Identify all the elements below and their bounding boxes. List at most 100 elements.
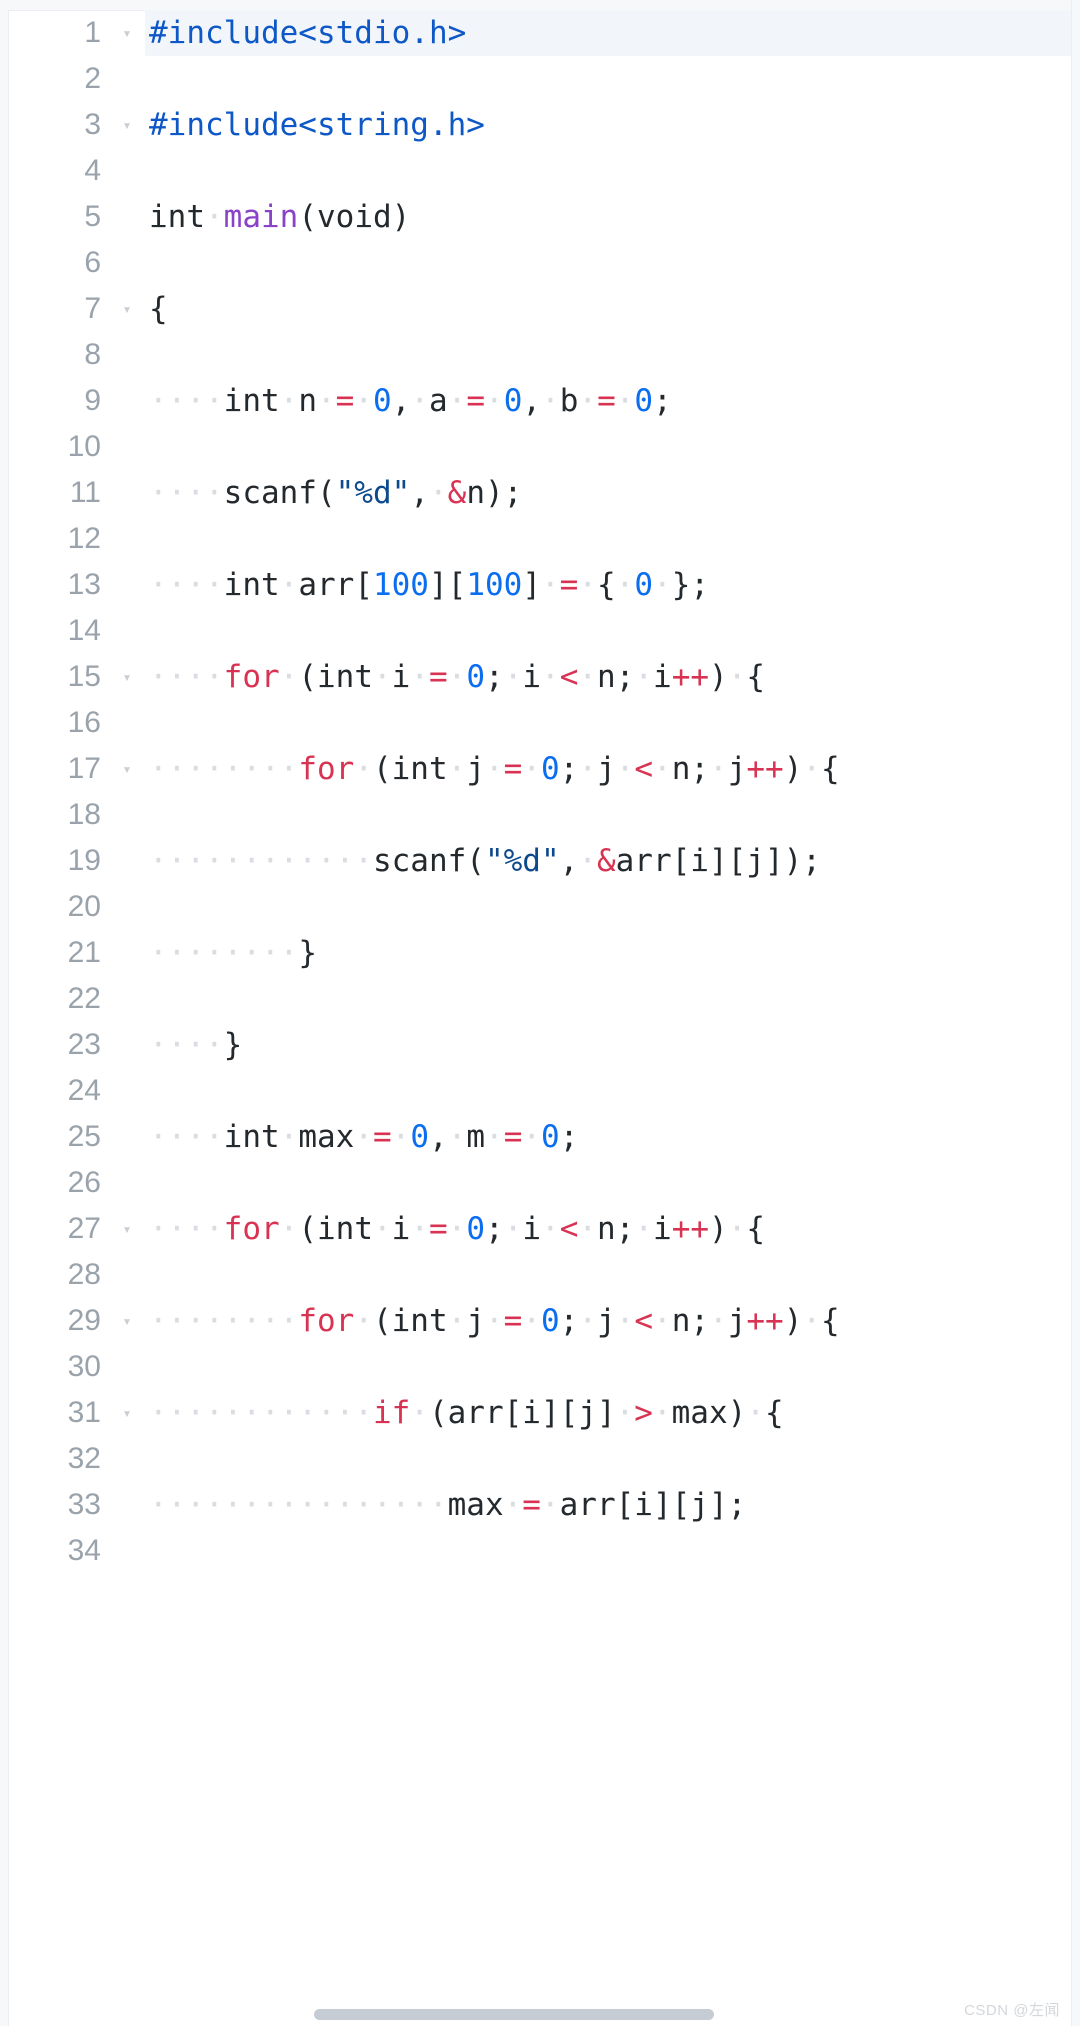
code-line-content[interactable]: ····scanf("%d",·&n); [145, 470, 1071, 516]
code-line[interactable]: 28 [9, 1252, 1071, 1298]
code-line-content[interactable] [145, 700, 1071, 746]
code-token-num: 0 [541, 751, 560, 787]
code-line-content[interactable] [145, 1528, 1071, 1574]
code-token-ws: · [727, 659, 747, 695]
code-line-content[interactable] [145, 1252, 1071, 1298]
horizontal-scrollbar-track[interactable] [9, 2006, 1071, 2020]
code-line-content[interactable]: ············if·(arr[i][j]·>·max)·{ [145, 1390, 1071, 1436]
code-line[interactable]: 9 ····int·n·=·0,·a·=·0,·b·=·0; [9, 378, 1071, 424]
code-line-content[interactable]: ····int·arr[100][100]·=·{·0·}; [145, 562, 1071, 608]
code-line-content[interactable]: int·main(void) [145, 194, 1071, 240]
code-line[interactable]: 27 ▾ ····for·(int·i·=·0;·i·<·n;·i++)·{ [9, 1206, 1071, 1252]
code-line[interactable]: 7 ▾{ [9, 286, 1071, 332]
code-token-num: 0 [634, 383, 654, 419]
code-line[interactable]: 30 [9, 1344, 1071, 1390]
line-number: 1 [84, 16, 101, 49]
fold-arrow-icon[interactable]: ▾ [109, 1298, 145, 1344]
code-line[interactable]: 2 [9, 56, 1071, 102]
code-line-content[interactable] [145, 56, 1071, 102]
code-line[interactable]: 20 [9, 884, 1071, 930]
code-line[interactable]: 29 ▾ ········for·(int·j·=·0;·j·<·n;·j++)·{ [9, 1298, 1071, 1344]
code-token-ws: ········ [149, 751, 299, 787]
code-line-content[interactable] [145, 1068, 1071, 1114]
code-line-content[interactable] [145, 1160, 1071, 1206]
code-line[interactable]: 1 ▾ #include<stdio.h> [9, 10, 1071, 56]
code-line[interactable]: 15 ▾ ····for·(int·i·=·0;·i·<·n;·i++)·{ [9, 654, 1071, 700]
code-line-content[interactable]: ····int·n·=·0,·a·=·0,·b·=·0; [145, 378, 1071, 424]
code-line-content[interactable] [145, 148, 1071, 194]
code-line-content[interactable]: ········for·(int·j·=·0;·j·<·n;·j++)·{ [145, 746, 1071, 792]
code-line[interactable]: 31 ▾ ············if·(arr[i][j]·>·max)·{ [9, 1390, 1071, 1436]
code-token-ws: · [447, 1211, 467, 1247]
line-number: 21 [67, 936, 101, 969]
code-line[interactable]: 12 [9, 516, 1071, 562]
code-line[interactable]: 11 ····scanf("%d",·&n); [9, 470, 1071, 516]
code-editor-body[interactable]: 1 ▾ #include<stdio.h> 2 3 ▾ #include<string.h>… [9, 10, 1071, 2026]
code-token-ws: · [578, 659, 598, 695]
code-line-content[interactable] [145, 516, 1071, 562]
code-line[interactable]: 23 ····} [9, 1022, 1071, 1068]
code-token-ws: · [372, 1211, 392, 1247]
code-line[interactable]: 34 [9, 1528, 1071, 1574]
code-line[interactable]: 25 ····int·max·=·0,·m·=·0; [9, 1114, 1071, 1160]
fold-arrow-icon[interactable]: ▾ [109, 1390, 145, 1436]
code-token-plain: arr[i][j]; [559, 1487, 747, 1523]
code-line[interactable]: 33 ················max·=·arr[i][j]; [9, 1482, 1071, 1528]
code-token-plain: i [391, 659, 411, 695]
code-token-str: "%d" [335, 475, 411, 511]
code-line[interactable]: 26 [9, 1160, 1071, 1206]
code-line-content[interactable]: ········for·(int·j·=·0;·j·<·n;·j++)·{ [145, 1298, 1071, 1344]
code-line-content[interactable] [145, 884, 1071, 930]
fold-arrow-icon[interactable]: ▾ [109, 1206, 145, 1252]
code-line[interactable]: 6 [9, 240, 1071, 286]
code-line-content[interactable]: #include<stdio.h> [145, 10, 1071, 56]
code-line-content[interactable]: ············scanf("%d",·&arr[i][j]); [145, 838, 1071, 884]
code-line-content[interactable]: #include<string.h> [145, 102, 1071, 148]
fold-arrow-icon[interactable]: ▾ [109, 10, 145, 56]
code-line[interactable]: 21 ········} [9, 930, 1071, 976]
code-token-plain: n [298, 383, 317, 419]
code-line-content[interactable] [145, 1436, 1071, 1482]
code-line-content[interactable] [145, 424, 1071, 470]
code-token-plain: j [597, 751, 616, 787]
code-line[interactable]: 3 ▾ #include<string.h> [9, 102, 1071, 148]
code-line-content[interactable]: { [145, 286, 1071, 332]
fold-arrow-icon[interactable]: ▾ [109, 654, 145, 700]
code-token-num: 0 [466, 659, 486, 695]
code-line[interactable]: 10 [9, 424, 1071, 470]
code-line[interactable]: 4 [9, 148, 1071, 194]
code-line[interactable]: 14 [9, 608, 1071, 654]
code-line-content[interactable] [145, 240, 1071, 286]
code-line[interactable]: 16 [9, 700, 1071, 746]
code-token-plain: max [298, 1119, 355, 1155]
code-line[interactable]: 32 [9, 1436, 1071, 1482]
code-line[interactable]: 17 ▾ ········for·(int·j·=·0;·j·<·n;·j++)·{ [9, 746, 1071, 792]
fold-arrow-icon[interactable]: ▾ [109, 286, 145, 332]
horizontal-scrollbar-thumb[interactable] [314, 2009, 714, 2020]
code-line-content[interactable]: ········} [145, 930, 1071, 976]
code-token-plain: { [821, 751, 840, 787]
code-token-ws: · [428, 475, 448, 511]
fold-arrow-icon[interactable]: ▾ [109, 746, 145, 792]
line-number: 24 [67, 1074, 101, 1107]
code-line[interactable]: 8 [9, 332, 1071, 378]
code-line[interactable]: 24 [9, 1068, 1071, 1114]
code-line-content[interactable] [145, 608, 1071, 654]
code-line-content[interactable] [145, 1344, 1071, 1390]
code-line[interactable]: 19 ············scanf("%d",·&arr[i][j]); [9, 838, 1071, 884]
fold-arrow-icon[interactable]: ▾ [109, 102, 145, 148]
line-number: 12 [67, 522, 101, 555]
code-line[interactable]: 5 int·main(void) [9, 194, 1071, 240]
code-line-content[interactable]: ················max·=·arr[i][j]; [145, 1482, 1071, 1528]
code-token-ws: ················ [149, 1487, 448, 1523]
code-line[interactable]: 13 ····int·arr[100][100]·=·{·0·}; [9, 562, 1071, 608]
code-line[interactable]: 22 [9, 976, 1071, 1022]
code-line-content[interactable] [145, 792, 1071, 838]
code-line-content[interactable]: ····} [145, 1022, 1071, 1068]
code-line-content[interactable]: ····for·(int·i·=·0;·i·<·n;·i++)·{ [145, 1206, 1071, 1252]
code-line-content[interactable] [145, 976, 1071, 1022]
code-line-content[interactable]: ····for·(int·i·=·0;·i·<·n;·i++)·{ [145, 654, 1071, 700]
code-line-content[interactable]: ····int·max·=·0,·m·=·0; [145, 1114, 1071, 1160]
code-line[interactable]: 18 [9, 792, 1071, 838]
code-line-content[interactable] [145, 332, 1071, 378]
